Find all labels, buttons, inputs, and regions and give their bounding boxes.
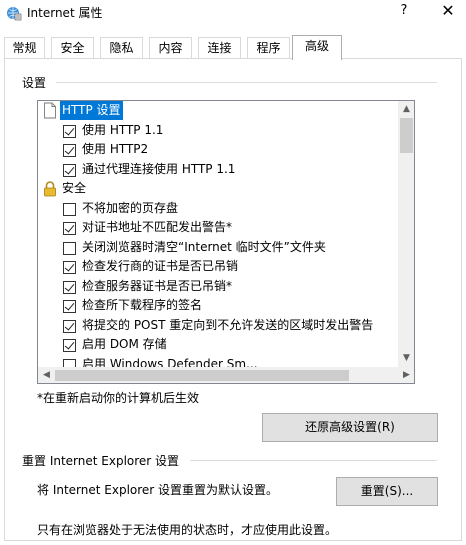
vertical-scrollbar[interactable]: ▲ ▼ [398,101,414,367]
internet-options-icon [7,7,22,21]
scroll-right-icon[interactable]: ▶ [398,367,414,383]
tab-content[interactable]: 内容 [149,37,192,59]
settings-group-row[interactable]: HTTP 设置 [38,101,398,121]
checkbox[interactable] [63,202,76,216]
lock-icon [44,181,56,197]
reset-divider [190,460,437,461]
checkbox[interactable] [63,280,76,294]
tab-advanced[interactable]: 高级 [292,35,342,60]
settings-rows: HTTP 设置使用 HTTP 1.1 使用 HTTP2 通过代理连接使用 HTTP … [38,101,398,374]
settings-option-row[interactable]: 通过代理连接使用 HTTP 1.1 [38,160,398,180]
settings-row-label: 启用 DOM 存储 [82,337,167,351]
restart-note: *在重新启动你的计算机后生效 [37,391,200,405]
checkbox[interactable] [63,339,76,352]
tab-security[interactable]: 安全 [51,37,94,59]
vertical-scroll-thumb[interactable] [400,118,413,153]
settings-row-label: 关闭浏览器时清空“Internet 临时文件”文件夹 [82,239,326,254]
settings-option-row[interactable]: 对证书地址不匹配发出警告* [38,218,398,238]
window-title: Internet 属性 [27,6,103,20]
reset-description: 将 Internet Explorer 设置重置为默认设置。 [37,483,279,497]
settings-option-row[interactable]: 启用 DOM 存储 [38,335,398,355]
settings-row-label: 通过代理连接使用 HTTP 1.1 [82,161,236,176]
reset-footer-note: 只有在浏览器处于无法使用的状态时，才应使用此设置。 [37,523,338,537]
settings-option-row[interactable]: 关闭浏览器时清空“Internet 临时文件”文件夹 [38,238,398,258]
settings-row-label: HTTP 设置 [60,101,123,120]
scroll-up-icon[interactable]: ▲ [398,101,414,118]
settings-row-label: 检查服务器证书是否已吊销* [82,278,233,293]
restore-advanced-settings-button[interactable]: 还原高级设置(R) [262,413,438,442]
settings-row-label: 安全 [62,181,87,195]
settings-option-row[interactable]: 检查所下载程序的签名 [38,296,398,316]
checkbox[interactable] [63,163,76,177]
tab-general[interactable]: 常规 [4,37,45,59]
internet-properties-window: Internet 属性 ? ✕ 常规 安全 隐私 内容 连接 程序 高级 设置 … [0,0,466,545]
checkbox[interactable] [63,300,76,313]
settings-row-label: 使用 HTTP2 [82,142,149,156]
scroll-left-icon[interactable]: ◀ [38,367,55,383]
tab-strip: 常规 安全 隐私 内容 连接 程序 高级 [4,35,462,60]
settings-row-label: 检查发行商的证书是否已吊销 [82,259,239,273]
help-button[interactable]: ? [392,0,416,24]
close-button[interactable]: ✕ [430,0,466,24]
settings-option-row[interactable]: 将提交的 POST 重定向到不允许发送的区域时发出警告 [38,316,398,336]
horizontal-scroll-thumb[interactable] [55,370,349,381]
checkbox[interactable] [63,222,76,235]
settings-row-label: 检查所下载程序的签名 [82,298,203,312]
checkbox[interactable] [63,124,76,138]
checkbox[interactable] [63,261,76,274]
horizontal-scrollbar[interactable]: ◀ ▶ [38,367,414,383]
title-bar: Internet 属性 ? ✕ [0,0,466,30]
checkbox[interactable] [63,319,76,333]
tab-connections[interactable]: 连接 [198,37,241,59]
settings-row-label: 不将加密的页存盘 [82,200,179,215]
settings-option-row[interactable]: 检查服务器证书是否已吊销* [38,277,398,297]
checkbox[interactable] [63,241,76,255]
tab-programs[interactable]: 程序 [247,37,290,59]
tab-privacy[interactable]: 隐私 [100,37,143,59]
settings-tree[interactable]: HTTP 设置使用 HTTP 1.1 使用 HTTP2 通过代理连接使用 HTTP … [37,100,415,384]
settings-group-row[interactable]: 安全 [38,179,398,199]
settings-row-label: 对证书地址不匹配发出警告* [82,220,233,234]
settings-option-row[interactable]: 使用 HTTP 1.1 [38,121,398,141]
settings-divider [56,82,437,83]
settings-option-row[interactable]: 检查发行商的证书是否已吊销 [38,257,398,277]
reset-button[interactable]: 重置(S)... [336,477,438,506]
settings-option-row[interactable]: 不将加密的页存盘 [38,199,398,219]
reset-section-label: 重置 Internet Explorer 设置 [22,454,180,468]
page-icon [44,102,56,119]
scroll-down-icon[interactable]: ▼ [398,350,414,367]
settings-row-label: 使用 HTTP 1.1 [82,122,164,137]
settings-option-row[interactable]: 使用 HTTP2 [38,140,398,160]
settings-row-label: 将提交的 POST 重定向到不允许发送的区域时发出警告 [82,317,374,332]
checkbox[interactable] [63,144,76,157]
settings-label: 设置 [22,76,47,90]
